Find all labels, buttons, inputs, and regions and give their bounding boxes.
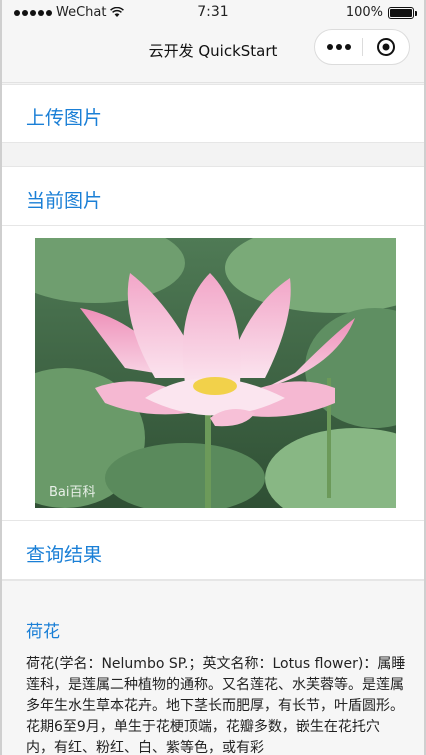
current-image-label: 当前图片 [26, 190, 103, 212]
upload-image-label[interactable]: 上传图片 [26, 103, 102, 130]
more-icon[interactable] [315, 30, 362, 64]
menu-capsule [314, 29, 410, 65]
phone-frame: WeChat 7:31 100% 云开发 QuickStart 上传图片 当前图… [0, 0, 426, 755]
battery-icon [388, 6, 417, 19]
battery-fill [390, 8, 412, 17]
capsule-close-icon[interactable] [363, 30, 409, 64]
result-panel: 荷花 荷花(学名：Nelumbo SP.；英文名称：Lotus flower)：… [2, 580, 424, 755]
navigation-bar: 云开发 QuickStart [2, 26, 424, 83]
status-bar: WeChat 7:31 100% [2, 0, 424, 26]
query-result-label: 查询结果 [26, 544, 103, 566]
image-watermark: Bai百科 [49, 485, 96, 500]
query-result-row: 查询结果 [2, 520, 424, 580]
lotus-image: Bai百科 [35, 238, 396, 508]
upload-image-row[interactable]: 上传图片 [2, 84, 424, 143]
current-image-row: 当前图片 [2, 166, 424, 226]
result-description: 荷花(学名：Nelumbo SP.；英文名称：Lotus flower)：属睡莲… [26, 656, 406, 755]
current-image-container: Bai百科 [2, 226, 424, 520]
battery-indicator: 100% [345, 5, 417, 20]
battery-percent: 100% [345, 5, 383, 20]
result-name: 荷花 [26, 622, 60, 642]
